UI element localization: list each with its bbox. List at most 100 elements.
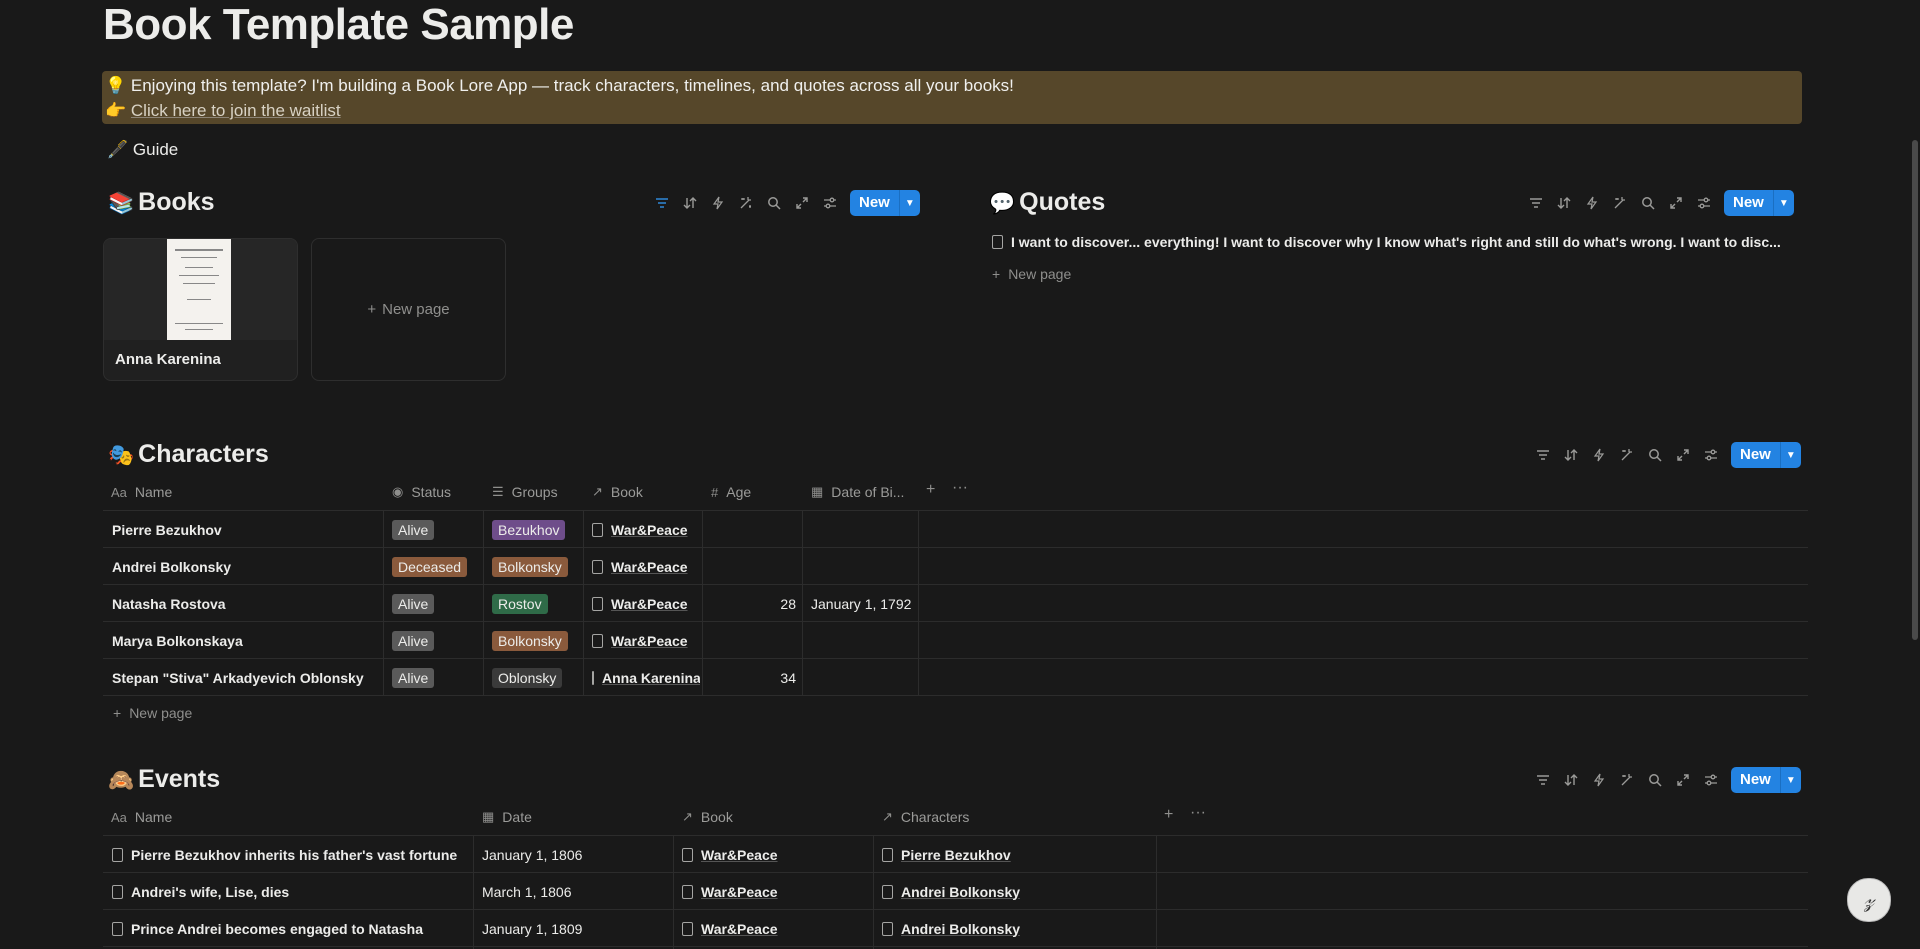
column-header-book[interactable]: ↗ Book [682,802,872,832]
age-cell[interactable] [708,511,796,548]
quotes-new-button[interactable]: New ▼ [1724,190,1794,216]
book-cell[interactable]: War&Peace [592,548,700,585]
book-cell[interactable]: Anna Karenina [592,659,700,696]
book-card[interactable]: Anna Karenina [103,238,298,381]
group-cell[interactable]: Rostov [492,585,548,622]
settings-icon[interactable] [1690,190,1718,216]
sparkle-icon[interactable] [1613,442,1641,468]
sparkle-icon[interactable] [1606,190,1634,216]
settings-icon[interactable] [816,190,844,216]
books-new-page-card[interactable]: + New page [311,238,506,381]
group-cell[interactable]: Bezukhov [492,511,566,548]
search-icon[interactable] [1634,190,1662,216]
quote-row[interactable]: I want to discover... everything! I want… [992,234,1782,250]
date-cell[interactable]: January 1, 1809 [482,910,582,947]
group-cell[interactable]: Bolkonsky [492,548,568,585]
column-header-name[interactable]: Aa Name [111,477,381,507]
notion-ai-icon[interactable]: 𝓏 [1847,878,1891,922]
status-cell[interactable]: Alive [392,659,435,696]
waitlist-link[interactable]: Click here to join the waitlist [131,101,341,120]
column-header-date[interactable]: ▦ Date [482,802,672,832]
books-new-button[interactable]: New ▼ [850,190,920,216]
table-row-name[interactable]: Prince Andrei becomes engaged to Natasha [112,910,472,947]
events-new-button[interactable]: New ▼ [1731,767,1801,793]
sparkle-icon[interactable] [732,190,760,216]
table-row-name[interactable]: Andrei's wife, Lise, dies [112,873,472,910]
expand-icon[interactable] [1669,767,1697,793]
book-cell[interactable]: War&Peace [592,622,700,659]
chevron-down-icon[interactable]: ▼ [1772,190,1794,216]
status-cell[interactable]: Deceased [392,548,468,585]
automation-icon[interactable] [1585,767,1613,793]
dob-cell[interactable] [811,659,917,696]
date-cell[interactable]: March 1, 1806 [482,873,572,910]
new-label[interactable]: New [1724,190,1773,216]
column-header-status[interactable]: ◉ Status [392,477,482,507]
characters-cell[interactable]: Andrei Bolkonsky [882,910,1020,947]
characters-cell[interactable]: Andrei Bolkonsky [882,873,1020,910]
characters-new-button[interactable]: New ▼ [1731,442,1801,468]
group-cell[interactable]: Bolkonsky [492,622,568,659]
group-cell[interactable]: Oblonsky [492,659,563,696]
search-icon[interactable] [760,190,788,216]
book-cell[interactable]: War&Peace [592,511,700,548]
column-header-book[interactable]: ↗ Book [592,477,692,507]
age-cell[interactable]: 34 [708,659,796,696]
chevron-down-icon[interactable]: ▼ [1779,442,1801,468]
filter-icon[interactable] [648,190,676,216]
add-property-plus-icon[interactable]: + [926,481,935,499]
search-icon[interactable] [1641,442,1669,468]
column-header-characters[interactable]: ↗ Characters [882,802,1152,832]
book-cell[interactable]: War&Peace [592,585,700,622]
book-cell[interactable]: War&Peace [682,873,778,910]
quotes-title[interactable]: 💬 Quotes [989,188,1105,217]
sort-icon[interactable] [676,190,704,216]
age-cell[interactable] [708,548,796,585]
dob-cell[interactable]: January 1, 1792 [811,585,917,622]
filter-icon[interactable] [1529,767,1557,793]
characters-title[interactable]: 🎭 Characters [108,440,269,469]
sort-icon[interactable] [1557,442,1585,468]
add-property-plus-icon[interactable]: + [1164,806,1173,824]
column-header-age[interactable]: # Age [711,477,801,507]
expand-icon[interactable] [1662,190,1690,216]
settings-icon[interactable] [1697,442,1725,468]
date-cell[interactable]: January 1, 1806 [482,836,582,873]
status-cell[interactable]: Alive [392,622,435,659]
age-cell[interactable] [708,622,796,659]
column-header-name[interactable]: Aa Name [111,802,471,832]
more-icon[interactable]: ··· [952,479,968,497]
sort-icon[interactable] [1557,767,1585,793]
expand-icon[interactable] [788,190,816,216]
chevron-down-icon[interactable]: ▼ [898,190,920,216]
guide-link[interactable]: 🖋️ Guide [107,140,178,160]
settings-icon[interactable] [1697,767,1725,793]
table-row-name[interactable]: Andrei Bolkonsky [112,548,380,585]
new-label[interactable]: New [1731,442,1780,468]
book-cell[interactable]: War&Peace [682,910,778,947]
automation-icon[interactable] [704,190,732,216]
events-title[interactable]: 🙈 Events [108,765,220,794]
automation-icon[interactable] [1585,442,1613,468]
filter-icon[interactable] [1522,190,1550,216]
expand-icon[interactable] [1669,442,1697,468]
table-row-name[interactable]: Stepan "Stiva" Arkadyevich Oblonsky [112,659,380,696]
status-cell[interactable]: Alive [392,511,435,548]
age-cell[interactable]: 28 [708,585,796,622]
book-cell[interactable]: War&Peace [682,836,778,873]
more-icon[interactable]: ··· [1190,804,1206,822]
search-icon[interactable] [1641,767,1669,793]
table-row-name[interactable]: Natasha Rostova [112,585,380,622]
table-row-name[interactable]: Pierre Bezukhov [112,511,380,548]
column-header-groups[interactable]: ☰ Groups [492,477,582,507]
table-row-name[interactable]: Pierre Bezukhov inherits his father's va… [112,836,472,873]
chevron-down-icon[interactable]: ▼ [1779,767,1801,793]
characters-new-page[interactable]: + New page [113,705,192,721]
column-header-date-of-birth[interactable]: ▦ Date of Bi... [811,477,916,507]
books-title[interactable]: 📚 Books [108,188,215,217]
new-label[interactable]: New [850,190,899,216]
page-scrollbar[interactable] [1912,140,1918,640]
dob-cell[interactable] [811,548,917,585]
characters-cell[interactable]: Pierre Bezukhov [882,836,1011,873]
sparkle-icon[interactable] [1613,767,1641,793]
